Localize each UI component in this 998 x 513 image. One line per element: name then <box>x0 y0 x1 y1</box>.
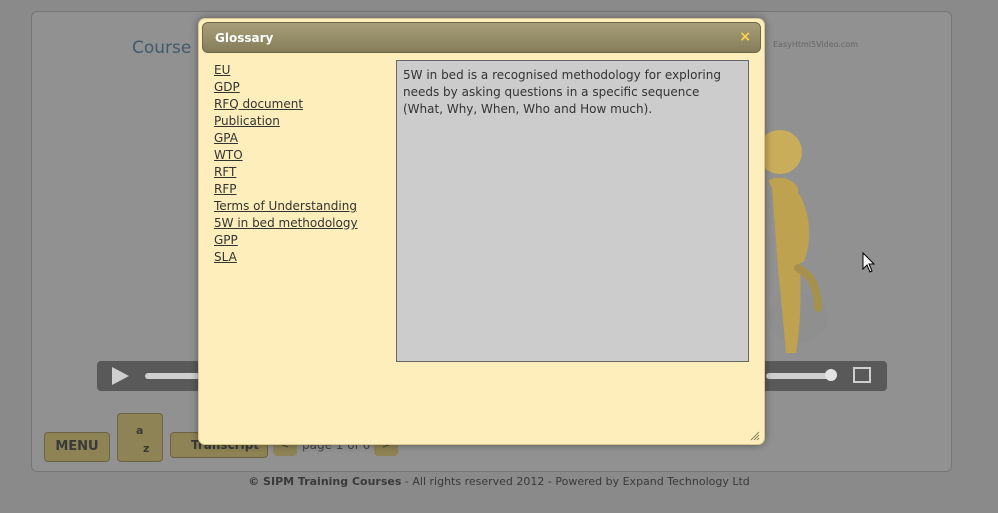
volume-knob[interactable] <box>825 369 837 381</box>
glossary-term-terms-of-understanding[interactable]: Terms of Understanding <box>214 199 357 213</box>
footer-text: - All rights reserved 2012 - Powered by … <box>401 475 750 488</box>
glossary-az-button[interactable]: a z <box>117 413 163 462</box>
glossary-title: Glossary <box>215 31 274 45</box>
video-credit: EasyHtml5Video.com <box>773 40 859 49</box>
definition-box: 5W in bed is a recognised methodology fo… <box>396 60 749 362</box>
glossary-header[interactable]: Glossary × <box>202 22 761 53</box>
footer-brand: © SIPM Training Courses <box>248 475 402 488</box>
glossary-term-eu[interactable]: EU <box>214 63 230 77</box>
volume-track[interactable] <box>766 373 830 379</box>
glossary-term-list: EU GDP RFQ document Publication GPA WTO … <box>214 62 358 266</box>
glossary-term-publication[interactable]: Publication <box>214 114 280 128</box>
glossary-term-rft[interactable]: RFT <box>214 165 236 179</box>
gold-figure-illustration <box>758 130 828 353</box>
glossary-term-5w-in-bed[interactable]: 5W in bed methodology <box>214 216 358 230</box>
glossary-term-gpp[interactable]: GPP <box>214 233 238 247</box>
glossary-term-rfq-document[interactable]: RFQ document <box>214 97 303 111</box>
mouse-cursor-icon <box>862 252 876 273</box>
glossary-term-sla[interactable]: SLA <box>214 250 237 264</box>
video-progress-track[interactable] <box>145 373 200 379</box>
glossary-term-rfp[interactable]: RFP <box>214 182 236 196</box>
menu-button[interactable]: MENU <box>44 432 110 462</box>
resize-grip-icon[interactable] <box>750 431 760 441</box>
course-title: Course I <box>132 38 202 58</box>
glossary-dialog: Glossary × EU GDP RFQ document Publicati… <box>198 18 765 445</box>
play-icon[interactable] <box>112 367 129 385</box>
close-icon[interactable]: × <box>739 29 751 45</box>
fullscreen-icon[interactable] <box>853 367 871 383</box>
footer: © SIPM Training Courses - All rights res… <box>0 475 998 488</box>
az-z-label: z <box>143 442 150 455</box>
az-a-label: a <box>136 424 144 437</box>
glossary-term-gdp[interactable]: GDP <box>214 80 240 94</box>
glossary-term-gpa[interactable]: GPA <box>214 131 238 145</box>
glossary-term-wto[interactable]: WTO <box>214 148 243 162</box>
